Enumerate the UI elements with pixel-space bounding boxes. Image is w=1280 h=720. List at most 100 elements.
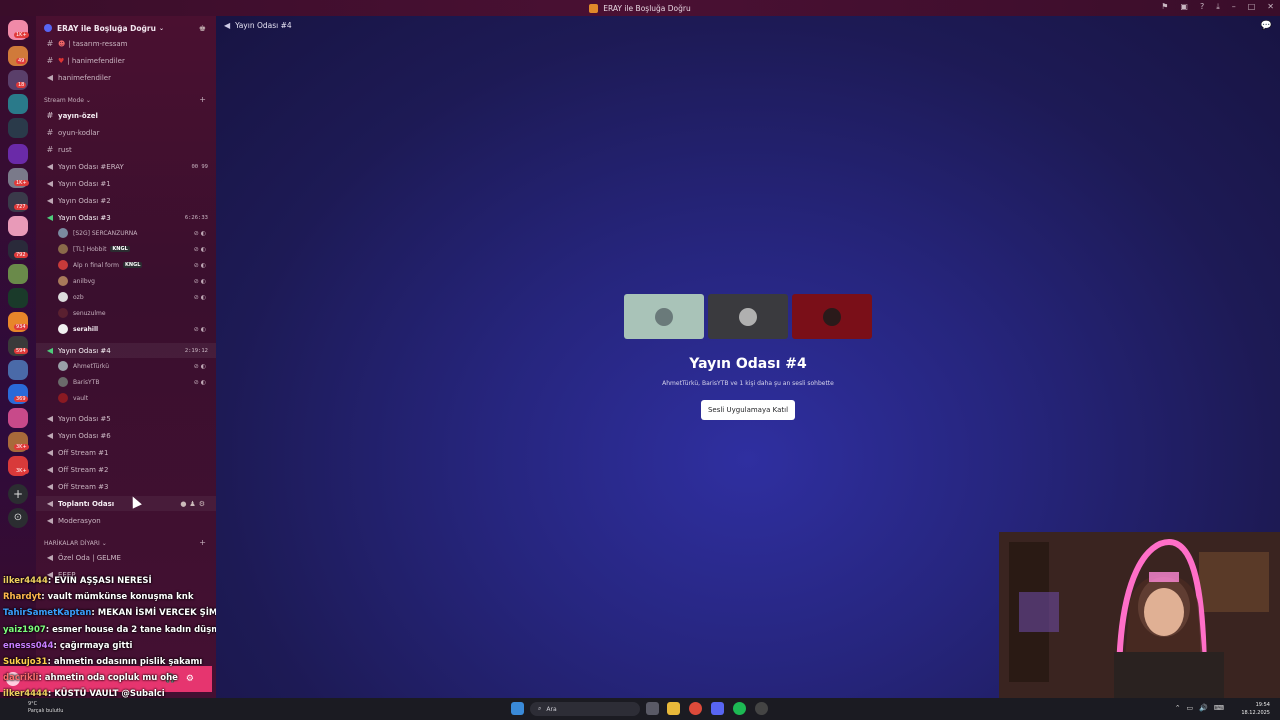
server-icon[interactable] xyxy=(8,360,28,380)
voice-channel-off-2[interactable]: ◀ Off Stream #2 xyxy=(36,462,216,477)
voice-channel-5[interactable]: ◀ Yayın Odası #5 xyxy=(36,411,216,426)
channel-item-yayin-ozel[interactable]: # yayın-özel xyxy=(36,108,216,123)
search-input[interactable]: ⌕ Ara xyxy=(530,702,640,716)
screen-icon[interactable]: ▣ xyxy=(1180,2,1188,12)
channel-item[interactable]: # ♥ | hanimefendiler xyxy=(36,53,216,68)
voice-channel-off-3[interactable]: ◀ Off Stream #3 xyxy=(36,479,216,494)
category-stream-mode[interactable]: Stream Mode ⌄ xyxy=(44,97,91,104)
rail-badge: 3K+ xyxy=(14,444,29,450)
rail-badge: 792 xyxy=(14,252,28,258)
channel-item-oyun-kodlar[interactable]: # oyun-kodlar xyxy=(36,125,216,140)
voice-user[interactable]: vault xyxy=(58,390,216,406)
spotify-icon[interactable] xyxy=(733,702,746,715)
channel-label: | hanimefendiler xyxy=(67,56,125,65)
channel-actions-icon[interactable]: ●♟⚙ xyxy=(180,500,208,508)
help-icon[interactable]: ? xyxy=(1200,2,1204,12)
voice-channel-moderasyon[interactable]: ◀ Moderasyon xyxy=(36,513,216,528)
voice-channel-3[interactable]: ◀ Yayın Odası #3 6:26:33 xyxy=(36,210,216,225)
folder-icon[interactable] xyxy=(667,702,680,715)
discover-icon[interactable]: ⊙ xyxy=(8,508,28,528)
weather-widget[interactable]: 9°C Parçalı bulutlu xyxy=(28,701,63,715)
channel-label: Yayın Odası #3 xyxy=(58,213,111,222)
muted-icon: ⊘◐ xyxy=(193,261,208,269)
search-placeholder: Ara xyxy=(546,705,557,713)
invite-icon[interactable]: ♚ xyxy=(199,24,206,33)
user-limit: 00 99 xyxy=(191,163,208,170)
participant-tile[interactable] xyxy=(792,294,872,339)
rail-badge: 1K+ xyxy=(14,32,29,38)
avatar xyxy=(58,324,68,334)
voice-channel-off-1[interactable]: ◀ Off Stream #1 xyxy=(36,445,216,460)
participant-tile[interactable] xyxy=(708,294,788,339)
voice-user[interactable]: senuzulme xyxy=(58,305,216,321)
chat-message: dacrikli: ahmetin oda copluk mu ohe xyxy=(3,670,218,686)
stream-chat-overlay: ilker4444: EVIN AŞŞASI NERESİ Rhardyt: v… xyxy=(3,573,218,703)
system-clock[interactable]: 19:54 18.12.2025 xyxy=(1241,701,1270,717)
voice-user[interactable]: ozb ⊘◐ xyxy=(58,289,216,305)
voice-timer: 2:19:12 xyxy=(184,347,208,354)
chat-user: enesss044 xyxy=(3,640,54,651)
rail-badge: 594 xyxy=(14,348,28,354)
server-name: ERAY ile Boşluğa Doğru xyxy=(57,23,156,33)
chat-message: Rhardyt: vault mümkünse konuşma knk xyxy=(3,589,218,605)
voice-participants-text: AhmetTürkü, BarisYTB ve 1 kişi daha şu a… xyxy=(662,380,834,387)
voice-user[interactable]: BarisYTB ⊘◐ xyxy=(58,374,216,390)
taskview-icon[interactable] xyxy=(646,702,659,715)
avatar xyxy=(823,307,841,326)
rail-badge: 727 xyxy=(14,204,28,210)
chat-message: yaiz1907: esmer house da 2 tane kadın dü… xyxy=(3,622,218,638)
add-channel-icon[interactable]: + xyxy=(199,538,206,547)
search-icon: ⌕ xyxy=(538,705,542,712)
voice-user[interactable]: [TL] Hobbit KNGL ⊘◐ xyxy=(58,241,216,257)
participant-tile[interactable] xyxy=(624,294,704,339)
channel-label: Özel Oda | GELME xyxy=(58,553,121,562)
speaker-icon: ◀ xyxy=(46,179,54,188)
voice-channel-toplanti[interactable]: ◀ Toplantı Odası ●♟⚙ xyxy=(36,496,216,511)
system-tray[interactable]: ⌃▭🔊⌨ xyxy=(1175,704,1230,712)
chat-bubble-icon[interactable]: 💬 xyxy=(1261,21,1272,31)
close-icon[interactable]: ✕ xyxy=(1267,2,1274,12)
chat-text: : çağırmaya gitti xyxy=(53,640,133,651)
server-icon[interactable] xyxy=(8,216,28,236)
muted-icon: ⊘◐ xyxy=(193,293,208,301)
chrome-icon[interactable] xyxy=(689,702,702,715)
avatar xyxy=(739,307,757,326)
server-icon[interactable] xyxy=(8,118,28,138)
voice-channel-ozel[interactable]: ◀ Özel Oda | GELME xyxy=(36,550,216,565)
voice-channel-4[interactable]: ◀ Yayın Odası #4 2:19:12 xyxy=(36,343,216,358)
discord-icon[interactable] xyxy=(711,702,724,715)
minimize-icon[interactable]: – xyxy=(1232,2,1236,12)
server-icon[interactable] xyxy=(8,94,28,114)
add-server-icon[interactable]: + xyxy=(8,484,28,504)
voice-channel-1[interactable]: ◀ Yayın Odası #1 xyxy=(36,176,216,191)
start-icon[interactable] xyxy=(511,702,524,715)
user-name: [TL] Hobbit xyxy=(73,245,107,253)
muted-icon: ⊘◐ xyxy=(193,325,208,333)
add-channel-icon[interactable]: + xyxy=(199,95,206,104)
server-icon[interactable] xyxy=(8,288,28,308)
voice-user[interactable]: AhmetTürkü ⊘◐ xyxy=(58,358,216,374)
channel-item[interactable]: # ☻ | tasarım-ressam xyxy=(36,36,216,51)
window-titlebar: ERAY ile Boşluğa Doğru ⚑ ▣ ? ⤓ – □ ✕ xyxy=(0,0,1280,16)
voice-channel-6[interactable]: ◀ Yayın Odası #6 xyxy=(36,428,216,443)
join-voice-button[interactable]: Sesli Uygulamaya Katıl xyxy=(701,400,795,420)
voice-user[interactable]: anilbvg ⊘◐ xyxy=(58,273,216,289)
server-icon[interactable] xyxy=(8,408,28,428)
channel-item-rust[interactable]: # rust xyxy=(36,142,216,157)
flag-icon[interactable]: ⚑ xyxy=(1161,2,1168,12)
server-badge-icon xyxy=(44,24,52,32)
server-icon[interactable] xyxy=(8,144,28,164)
voice-user[interactable]: [S2G] SERCANZURNA ⊘◐ xyxy=(58,225,216,241)
voice-user[interactable]: Alp n final form KNGL ⊘◐ xyxy=(58,257,216,273)
voice-channel-eray[interactable]: ◀ Yayın Odası #ERAY 00 99 xyxy=(36,159,216,174)
maximize-icon[interactable]: □ xyxy=(1248,2,1256,12)
obs-icon[interactable] xyxy=(755,702,768,715)
voice-user[interactable]: serahill ⊘◐ xyxy=(58,321,216,337)
voice-channel-2[interactable]: ◀ Yayın Odası #2 xyxy=(36,193,216,208)
avatar xyxy=(58,377,68,387)
download-icon[interactable]: ⤓ xyxy=(1216,2,1220,12)
channel-item[interactable]: ◀ hanimefendiler xyxy=(36,70,216,85)
category-harikalar[interactable]: HARİKALAR DİYARI ⌄ xyxy=(44,540,107,547)
user-name: senuzulme xyxy=(73,309,106,317)
server-icon[interactable] xyxy=(8,264,28,284)
